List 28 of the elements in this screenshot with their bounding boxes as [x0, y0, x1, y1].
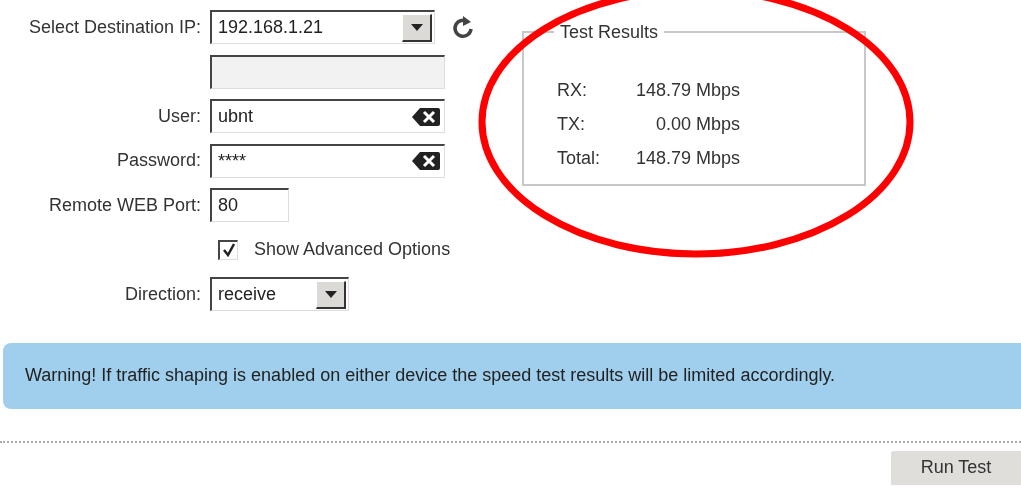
warning-text: Warning! If traffic shaping is enabled on either device the speed test results will be limited accordingly. — [25, 364, 836, 387]
refresh-icon[interactable] — [451, 14, 475, 41]
result-value: 148.79 Mbps — [634, 146, 740, 170]
text-input[interactable]: ubnt — [218, 103, 411, 131]
caret-icon — [410, 23, 423, 31]
field-label: User: — [158, 105, 201, 126]
checkbox[interactable] — [218, 239, 238, 260]
field-label: Password: — [116, 150, 201, 171]
input-field[interactable]: ubnt — [210, 99, 445, 134]
run-test-button[interactable]: Run Test — [891, 450, 1021, 485]
caret-icon — [324, 290, 337, 298]
dropdown[interactable]: receive — [210, 277, 349, 312]
result-label: Total: — [557, 146, 602, 170]
field-label: Select Destination IP: — [28, 16, 201, 37]
text-input[interactable]: **** — [218, 147, 411, 175]
result-label: RX: — [557, 78, 588, 102]
text-input[interactable]: 80 — [218, 192, 285, 220]
result-label: TX: — [557, 112, 586, 136]
result-value: 0.00 Mbps — [654, 112, 740, 136]
field-label: Direction: — [124, 283, 201, 304]
input-field[interactable]: 80 — [210, 188, 289, 223]
clear-icon[interactable] — [411, 106, 441, 127]
field-label: Remote WEB Port: — [48, 194, 201, 215]
result-value: 148.79 Mbps — [634, 78, 740, 102]
clear-icon[interactable] — [411, 151, 441, 172]
input-field[interactable]: **** — [210, 143, 445, 178]
checkbox-label: Show Advanced Options — [254, 238, 451, 262]
dropdown[interactable]: 192.168.1.21 — [210, 10, 435, 45]
